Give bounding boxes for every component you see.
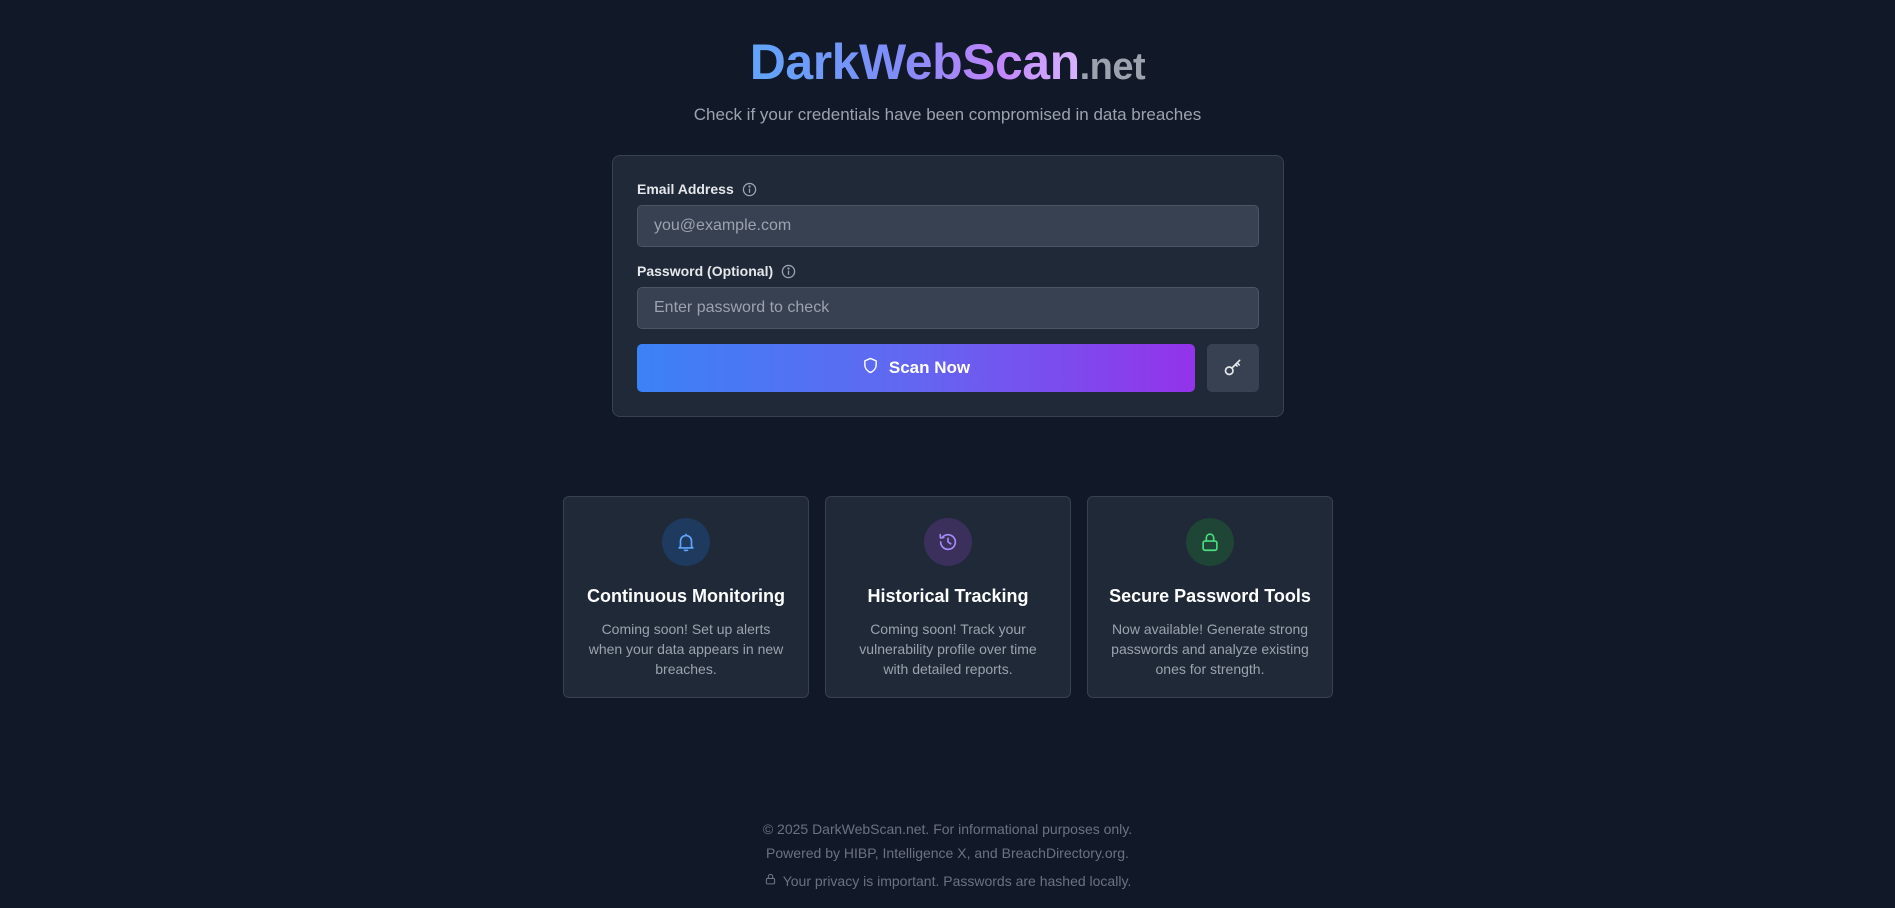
footer-privacy: Your privacy is important. Passwords are… xyxy=(764,869,1132,893)
footer: © 2025 DarkWebScan.net. For informationa… xyxy=(0,817,1895,893)
info-icon[interactable] xyxy=(781,264,796,279)
password-label-text: Password (Optional) xyxy=(637,263,774,279)
scan-now-button[interactable]: Scan Now xyxy=(637,344,1195,392)
footer-privacy-text: Your privacy is important. Passwords are… xyxy=(782,873,1132,889)
feature-card-monitoring: Continuous Monitoring Coming soon! Set u… xyxy=(563,496,809,698)
feature-description: Coming soon! Track your vulnerability pr… xyxy=(859,621,1037,677)
shield-icon xyxy=(862,356,879,380)
features-section: Continuous Monitoring Coming soon! Set u… xyxy=(563,496,1333,698)
footer-copyright: © 2025 DarkWebScan.net. For informationa… xyxy=(762,821,1133,837)
password-input[interactable] xyxy=(637,287,1259,329)
password-label: Password (Optional) xyxy=(637,263,796,279)
logo-tld: .net xyxy=(1079,46,1146,88)
lock-icon xyxy=(764,869,777,893)
page: DarkWebScan.net Check if your credential… xyxy=(0,0,1895,908)
key-icon xyxy=(1223,357,1243,380)
feature-title: Historical Tracking xyxy=(867,586,1029,606)
feature-description: Coming soon! Set up alerts when your dat… xyxy=(588,621,784,677)
header: DarkWebScan.net Check if your credential… xyxy=(0,30,1895,125)
logo-main: DarkWebScan xyxy=(749,34,1080,90)
tagline: Check if your credentials have been comp… xyxy=(693,105,1202,124)
email-label: Email Address xyxy=(637,181,757,197)
lock-icon xyxy=(1186,518,1234,566)
email-label-text: Email Address xyxy=(637,181,734,197)
feature-description: Now available! Generate strong passwords… xyxy=(1111,621,1309,677)
feature-title: Secure Password Tools xyxy=(1109,586,1311,606)
footer-powered-by: Powered by HIBP, Intelligence X, and Bre… xyxy=(766,845,1129,861)
feature-title: Continuous Monitoring xyxy=(587,586,785,606)
bell-icon xyxy=(662,518,710,566)
scan-now-label: Scan Now xyxy=(888,358,971,377)
history-icon xyxy=(924,518,972,566)
scan-form: Email Address Password (Optional) xyxy=(612,155,1284,417)
email-input[interactable] xyxy=(637,205,1259,247)
password-tools-button[interactable] xyxy=(1207,344,1259,392)
feature-card-history: Historical Tracking Coming soon! Track y… xyxy=(825,496,1071,698)
feature-card-password-tools: Secure Password Tools Now available! Gen… xyxy=(1087,496,1333,698)
info-icon[interactable] xyxy=(742,182,757,197)
site-logo[interactable]: DarkWebScan.net xyxy=(0,30,1895,99)
